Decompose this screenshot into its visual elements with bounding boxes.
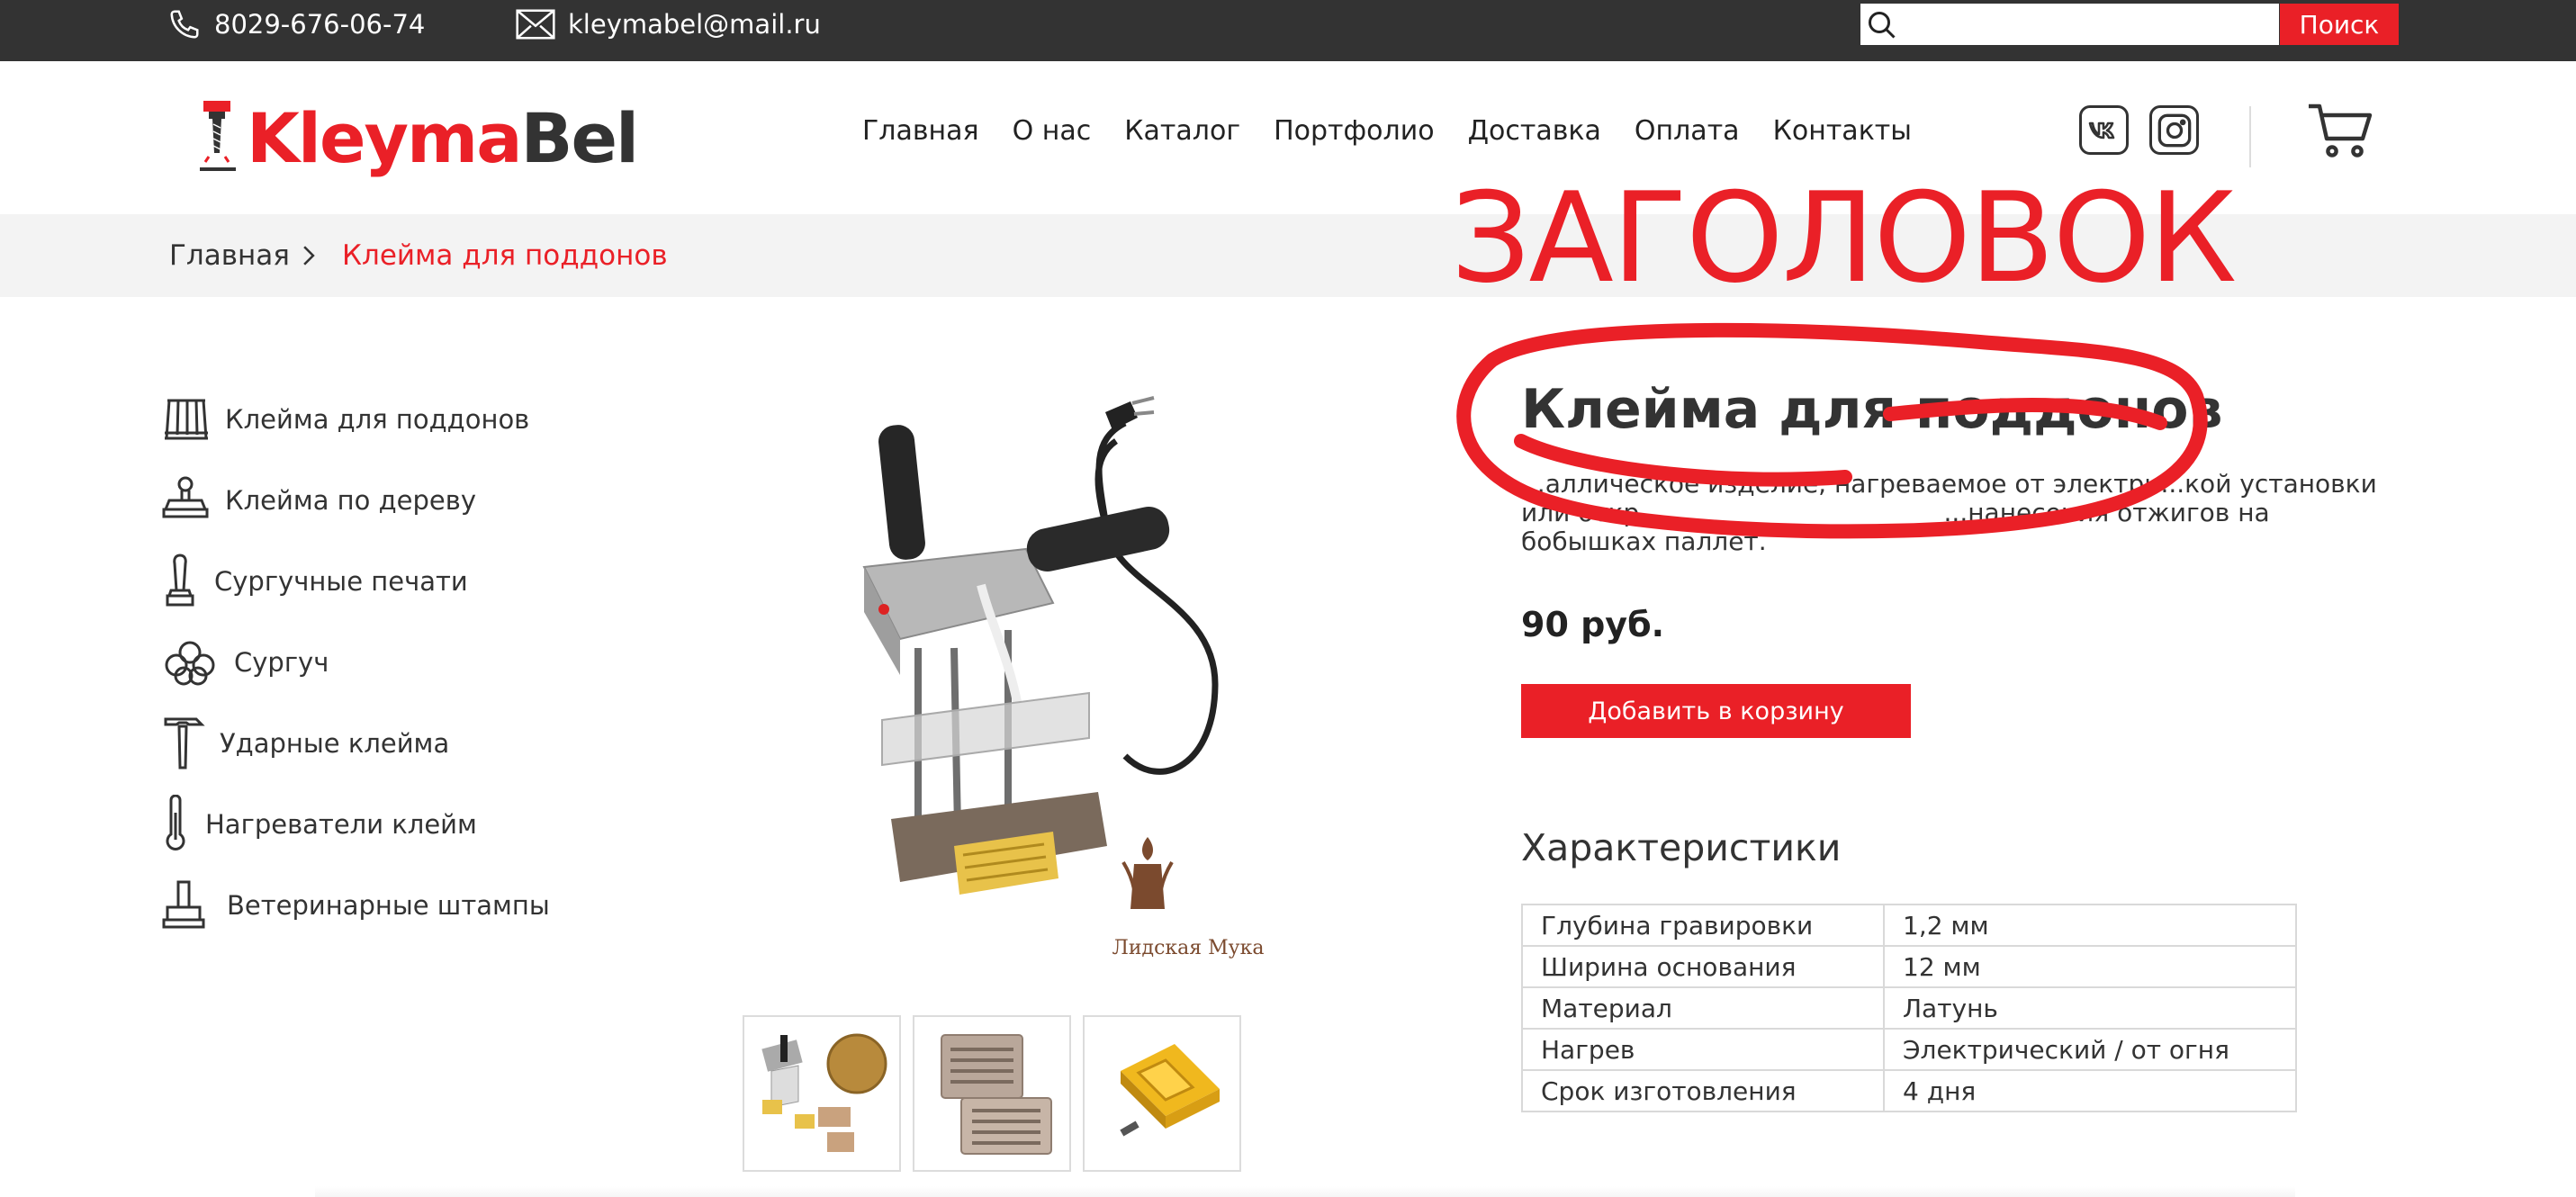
annotation-heading: ЗАГОЛОВОК: [1451, 166, 2237, 310]
spec-key: Нагрев: [1521, 1028, 1885, 1071]
spec-value: Латунь: [1883, 986, 2297, 1030]
instagram-link[interactable]: [2149, 105, 2199, 155]
cnc-mill-icon: [200, 101, 236, 171]
phone-icon: [170, 10, 199, 39]
table-row: Нагрев Электрический / от огня: [1521, 1028, 2297, 1071]
sidebar-item-heaters[interactable]: Нагреватели клейм: [162, 795, 477, 853]
sidebar-item-vet-stamps[interactable]: Ветеринарные штампы: [162, 877, 550, 934]
cart-icon: [2309, 104, 2373, 158]
main-nav: Главная О нас Каталог Портфолио Доставка…: [862, 115, 1945, 147]
phone-number[interactable]: 8029-676-06-74: [214, 9, 425, 40]
seal-icon: [162, 553, 205, 610]
thumbnail-3[interactable]: [1083, 1015, 1241, 1172]
spec-value: 1,2 мм: [1883, 904, 2297, 947]
phone-contact[interactable]: 8029-676-06-74: [167, 0, 425, 49]
email-address[interactable]: kleymabel@mail.ru: [568, 9, 821, 40]
search-button[interactable]: Поиск: [2280, 4, 2399, 45]
nav-catalog[interactable]: Каталог: [1124, 115, 1240, 147]
spec-key: Материал: [1521, 986, 1885, 1030]
pallet-icon: [162, 391, 214, 448]
search-icon: [1869, 12, 1896, 39]
wax-icon: [162, 634, 221, 691]
sidebar-item-label: Ветеринарные штампы: [227, 890, 550, 921]
nav-payment[interactable]: Оплата: [1635, 115, 1740, 147]
specs-heading: Характеристики: [1521, 826, 1842, 869]
spec-key: Ширина основания: [1521, 945, 1885, 988]
chevron-right-icon: [301, 214, 317, 297]
table-row: Срок изготовления 4 дня: [1521, 1069, 2297, 1112]
hammer-icon: [162, 715, 211, 772]
thumbnail-1[interactable]: [743, 1015, 901, 1172]
image-watermark: Лидская Мука: [1112, 937, 1265, 959]
table-row: Ширина основания 12 мм: [1521, 945, 2297, 988]
top-bar: 8029-676-06-74 kleymabel@mail.ru Поиск: [0, 0, 2576, 61]
sidebar-item-wood-stamps[interactable]: Клейма по дереву: [162, 472, 476, 529]
specs-table: Глубина гравировки 1,2 мм Ширина основан…: [1521, 904, 2297, 1112]
add-to-cart-button[interactable]: Добавить в корзину: [1521, 684, 1911, 738]
sidebar-item-label: Сургучные печати: [214, 566, 468, 597]
annotation-circle: [1456, 322, 2208, 539]
thermometer-icon: [162, 795, 198, 853]
nav-portfolio[interactable]: Портфолио: [1274, 115, 1434, 147]
product-price: 90 руб.: [1521, 605, 1665, 644]
logo-text-kleyma: Kleyma: [247, 98, 523, 178]
spec-key: Срок изготовления: [1521, 1069, 1885, 1112]
sidebar-item-label: Клейма по дереву: [225, 485, 476, 516]
search-box: [1860, 4, 2279, 45]
mail-icon: [516, 9, 555, 40]
nav-delivery[interactable]: Доставка: [1468, 115, 1601, 147]
vet-stamp-icon: [162, 877, 214, 934]
sidebar-item-label: Клейма для поддонов: [225, 404, 530, 435]
spec-value: 4 дня: [1883, 1069, 2297, 1112]
breadcrumb-current: Клейма для поддонов: [342, 239, 668, 272]
stamp-icon: [162, 472, 214, 529]
sidebar-item-label: Нагреватели клейм: [205, 809, 477, 840]
sidebar-item-sealing-wax[interactable]: Сургуч: [162, 634, 329, 691]
cart-link[interactable]: [2307, 103, 2375, 162]
email-contact[interactable]: kleymabel@mail.ru: [516, 0, 821, 49]
sidebar-item-pallet-stamps[interactable]: Клейма для поддонов: [162, 391, 529, 448]
thumbnail-2[interactable]: [913, 1015, 1071, 1172]
nav-contacts[interactable]: Контакты: [1773, 115, 1912, 147]
sidebar-item-wax-seals[interactable]: Сургучные печати: [162, 553, 468, 610]
nav-about[interactable]: О нас: [1013, 115, 1092, 147]
table-row: Материал Латунь: [1521, 986, 2297, 1030]
spec-key: Глубина гравировки: [1521, 904, 1885, 947]
sidebar-item-impact-stamps[interactable]: Ударные клейма: [162, 715, 449, 772]
vk-link[interactable]: [2079, 105, 2129, 155]
spec-value: 12 мм: [1883, 945, 2297, 988]
product-main-image[interactable]: Лидская Мука: [846, 378, 1278, 963]
vk-icon: [2088, 122, 2114, 139]
sidebar-item-label: Сургуч: [234, 647, 329, 678]
nav-home[interactable]: Главная: [862, 115, 979, 147]
sidebar-item-label: Ударные клейма: [220, 728, 450, 759]
header-divider: [2249, 106, 2251, 167]
logo-text-bel: Bel: [520, 98, 640, 178]
page-bottom-edge: [315, 1186, 2295, 1197]
table-row: Глубина гравировки 1,2 мм: [1521, 904, 2297, 947]
site-logo[interactable]: KleymaBel: [196, 94, 639, 173]
instagram-icon: [2157, 113, 2191, 147]
search-input[interactable]: [1907, 7, 2271, 43]
spec-value: Электрический / от огня: [1883, 1028, 2297, 1071]
breadcrumb-home[interactable]: Главная: [169, 214, 290, 297]
